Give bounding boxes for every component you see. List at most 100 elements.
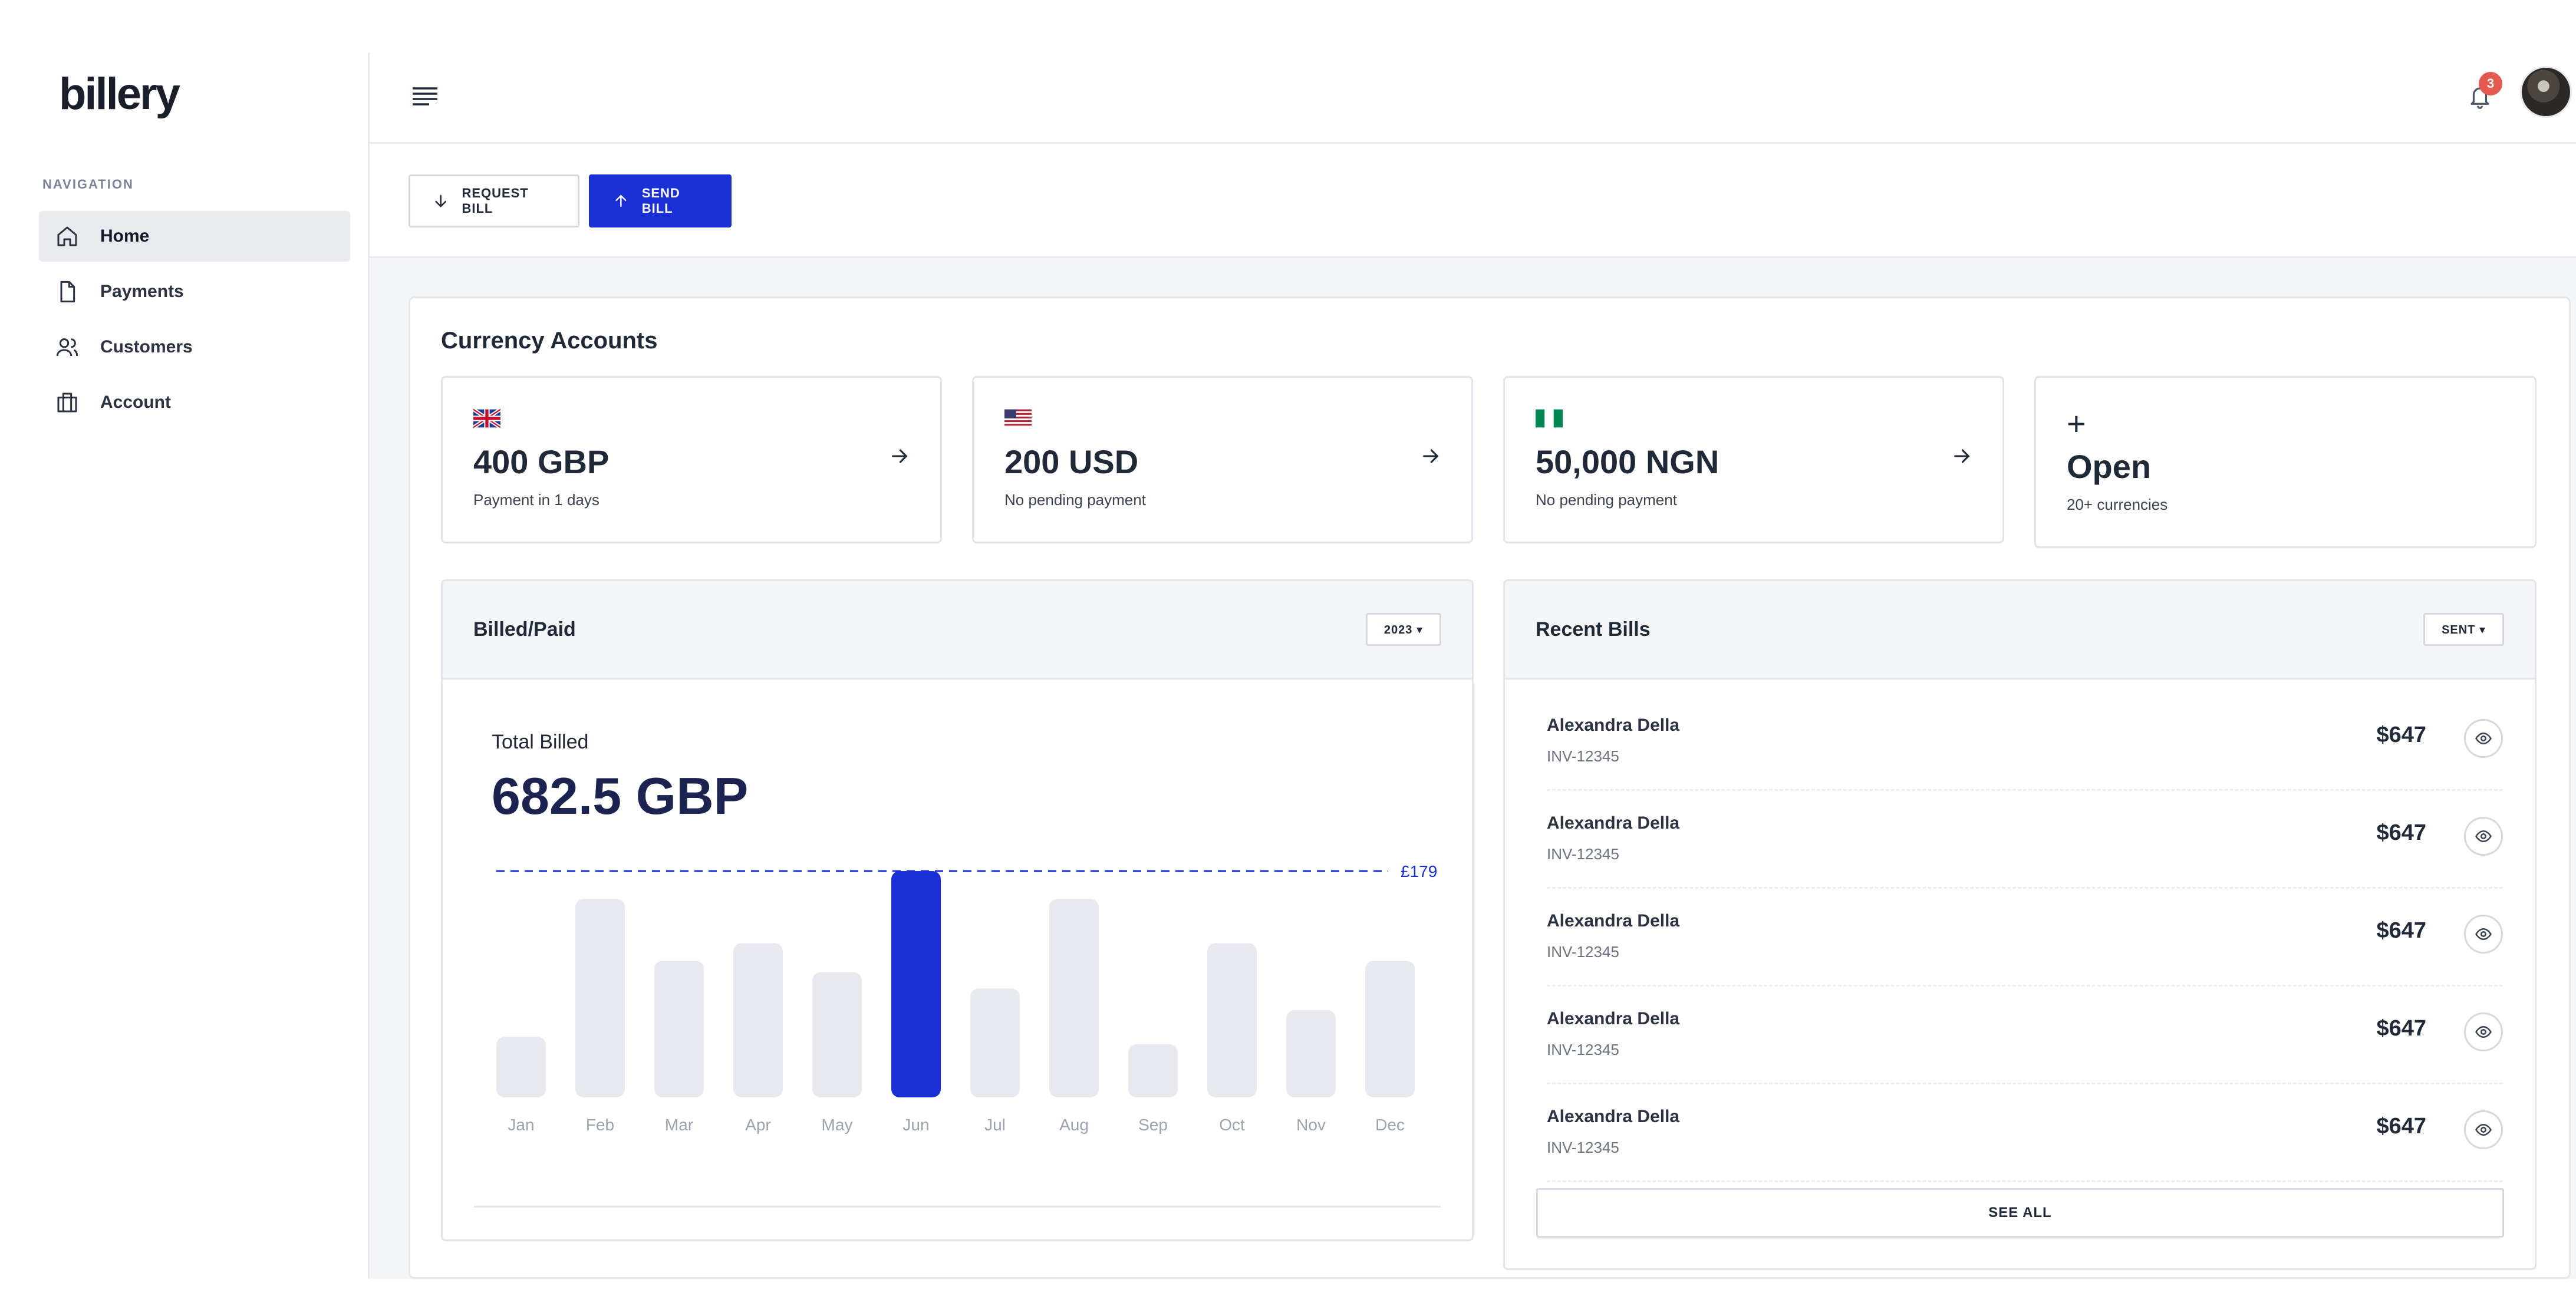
sidebar-item-account[interactable]: Account [39,377,350,428]
bill-row[interactable]: Alexandra Della INV-12345 $647 [1547,693,2503,791]
arrow-right-icon [1423,449,1439,463]
briefcase-icon [57,393,77,413]
send-bill-label: SEND BILL [641,186,680,216]
bills-filter-dropdown[interactable]: SENT ▾ [2423,613,2504,646]
notifications-button[interactable]: 3 [2456,72,2503,120]
bill-amount: $647 [2376,820,2426,845]
menu-toggle-button[interactable] [409,80,442,113]
x-tick-label: Jul [984,1116,1006,1134]
x-tick-label: Oct [1219,1116,1245,1134]
see-all-button[interactable]: SEE ALL [1536,1188,2504,1238]
users-icon [56,338,78,357]
chart-bar-may[interactable] [812,972,862,1097]
chart-bar-aug[interactable] [1049,899,1099,1097]
eye-icon [2475,928,2492,941]
arrow-down-icon [435,194,446,207]
avatar[interactable] [2520,66,2572,118]
bill-row[interactable]: Alexandra Della INV-12345 $647 [1547,889,2503,987]
reference-line-label: £179 [1401,862,1437,880]
arrow-up-icon [615,194,627,207]
us-flag-icon [1004,409,1032,428]
chart-bar-jan[interactable] [496,1037,546,1097]
sidebar-item-label: Account [100,393,171,412]
recent-bills-header: Recent Bills SENT ▾ [1505,581,2535,680]
account-card-gbp[interactable]: 400 GBP Payment in 1 days [441,376,942,543]
view-bill-button[interactable] [2464,817,2503,856]
account-amount: 50,000 NGN [1536,443,1719,480]
account-status: No pending payment [1004,491,1146,509]
eye-icon [2475,830,2492,843]
bill-amount: $647 [2376,1016,2426,1041]
view-bill-button[interactable] [2464,915,2503,954]
arrow-right-icon [892,449,908,463]
year-filter-dropdown[interactable]: 2023 ▾ [1365,613,1441,646]
chart-bar-apr[interactable] [733,943,783,1097]
total-billed-label: Total Billed [492,731,589,753]
sidebar-item-home[interactable]: Home [39,211,350,262]
app-logo[interactable]: billery [59,68,180,120]
chart-bar-mar[interactable] [654,961,704,1097]
bill-customer-name: Alexandra Della [1547,813,1680,833]
eye-icon [2475,732,2492,745]
bill-invoice-number: INV-12345 [1547,1139,1619,1156]
action-bar: REQUEST BILL SEND BILL [370,144,2576,258]
request-bill-label: REQUEST BILL [462,186,529,216]
bill-amount: $647 [2376,723,2426,747]
billed-paid-title: Billed/Paid [473,618,576,641]
topbar: 3 [370,53,2576,144]
account-status: Payment in 1 days [473,491,599,509]
x-tick-label: Apr [745,1116,771,1134]
open-account-card[interactable]: + Open 20+ currencies [2034,376,2537,548]
open-account-sub: 20+ currencies [2067,496,2168,513]
account-amount: 200 USD [1004,443,1139,480]
eye-icon [2475,1025,2492,1038]
chart-bar-jul[interactable] [970,988,1020,1097]
recent-bills-title: Recent Bills [1536,618,1651,641]
x-tick-label: Feb [586,1116,614,1134]
x-tick-label: May [822,1116,853,1134]
send-bill-button[interactable]: SEND BILL [589,174,732,227]
x-tick-label: Aug [1059,1116,1089,1134]
nav-list: Home Payments Customers Account [39,211,350,433]
menu-icon [413,87,437,105]
view-bill-button[interactable] [2464,1012,2503,1051]
account-status: No pending payment [1536,491,1677,509]
billed-paid-header: Billed/Paid 2023 ▾ [443,581,1472,680]
bill-amount: $647 [2376,1114,2426,1139]
file-icon [60,281,75,303]
x-tick-label: Jun [902,1116,929,1134]
bill-amount: $647 [2376,918,2426,943]
bill-invoice-number: INV-12345 [1547,845,1619,863]
sidebar-item-payments[interactable]: Payments [39,266,350,317]
arrow-right-icon [1954,449,1970,463]
bill-customer-name: Alexandra Della [1547,1009,1680,1028]
open-account-label: Open [2067,448,2152,485]
notification-badge: 3 [2479,72,2502,95]
sidebar-item-customers[interactable]: Customers [39,322,350,372]
sidebar-item-label: Home [100,226,150,246]
bill-customer-name: Alexandra Della [1547,911,1680,931]
chart-bar-oct[interactable] [1207,943,1257,1097]
bill-row[interactable]: Alexandra Della INV-12345 $647 [1547,1084,2503,1182]
sidebar-item-label: Customers [100,337,193,357]
chart-bar-feb[interactable] [575,899,625,1097]
billed-bar-chart: £179 Jan Feb Mar Apr May Jun Jul Aug Sep Oct Nov Dec [496,862,1437,1134]
chart-divider [474,1206,1441,1208]
chart-bar-nov[interactable] [1286,1010,1336,1097]
chart-bar-sep[interactable] [1128,1044,1178,1097]
x-tick-label: Sep [1138,1116,1168,1134]
total-billed-value: 682.5 GBP [492,767,749,825]
chart-bar-jun[interactable] [891,871,941,1097]
view-bill-button[interactable] [2464,1110,2503,1149]
ng-flag-icon [1536,409,1563,428]
chart-bar-dec[interactable] [1365,961,1415,1097]
view-bill-button[interactable] [2464,719,2503,758]
account-card-ngn[interactable]: 50,000 NGN No pending payment [1503,376,2004,543]
home-icon [57,226,77,246]
bill-invoice-number: INV-12345 [1547,943,1619,961]
bill-customer-name: Alexandra Della [1547,1107,1680,1126]
account-card-usd[interactable]: 200 USD No pending payment [972,376,1473,543]
bill-row[interactable]: Alexandra Della INV-12345 $647 [1547,987,2503,1084]
request-bill-button[interactable]: REQUEST BILL [409,174,579,227]
bill-row[interactable]: Alexandra Della INV-12345 $647 [1547,791,2503,889]
